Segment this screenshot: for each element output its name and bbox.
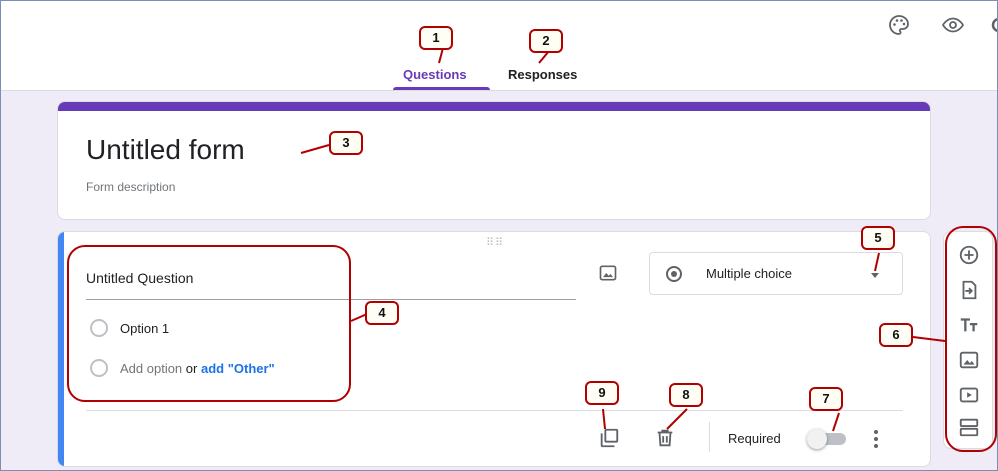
palette-icon[interactable] [887, 13, 911, 37]
callout-3: 3 [329, 131, 363, 155]
question-type-dropdown[interactable]: Multiple choice [649, 252, 903, 295]
form-title[interactable]: Untitled form [86, 134, 245, 166]
tab-questions[interactable]: Questions [403, 67, 467, 82]
callout-4: 4 [365, 301, 399, 325]
required-label: Required [728, 431, 781, 446]
chevron-down-icon [871, 273, 879, 278]
card-footer-divider [86, 410, 903, 411]
callout-8: 8 [669, 383, 703, 407]
annotation-region-question [67, 245, 351, 402]
google-forms-editor: Questions Responses Untitled form Form d… [0, 0, 998, 471]
callout-7: 7 [809, 387, 843, 411]
question-type-label: Multiple choice [706, 266, 792, 281]
active-tab-indicator [393, 87, 490, 90]
callout-5: 5 [861, 226, 895, 250]
header-accent-strip [58, 102, 930, 111]
form-header-card: Untitled form Form description [57, 101, 931, 220]
callout-2: 2 [529, 29, 563, 53]
trash-icon[interactable] [654, 427, 676, 449]
add-image-icon[interactable] [598, 263, 618, 283]
duplicate-icon[interactable] [598, 427, 620, 449]
gear-icon[interactable] [987, 13, 998, 37]
form-description-field[interactable]: Form description [86, 180, 175, 194]
top-bar: Questions Responses [1, 1, 998, 91]
more-options-icon[interactable] [872, 428, 880, 450]
active-question-strip [58, 232, 64, 466]
callout-1: 1 [419, 26, 453, 50]
callout-9: 9 [585, 381, 619, 405]
callout-6: 6 [879, 323, 913, 347]
eye-icon[interactable] [941, 13, 965, 37]
drag-handle[interactable]: ⠿⠿ [486, 236, 504, 249]
required-toggle-knob[interactable] [807, 429, 827, 449]
annotation-region-toolbar [945, 226, 997, 452]
tab-responses[interactable]: Responses [508, 67, 577, 82]
footer-separator [709, 422, 710, 452]
multiple-choice-icon [666, 266, 682, 282]
